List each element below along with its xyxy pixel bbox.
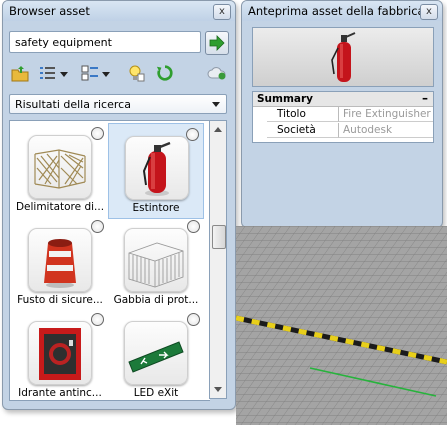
asset-item-barrier[interactable]: Delimitatore di... xyxy=(12,123,108,219)
asset-item-label: Idrante antinc... xyxy=(18,387,102,399)
cloud-icon[interactable] xyxy=(207,64,227,82)
search-go-button[interactable] xyxy=(205,31,229,55)
summary-header[interactable]: Summary – xyxy=(253,91,433,107)
item-select-radio[interactable] xyxy=(91,127,104,140)
results-dropdown-value: Risultati della ricerca xyxy=(15,98,131,111)
factory-3d-viewport[interactable] xyxy=(235,226,447,425)
asset-browser-titlebar[interactable]: Browser asset x xyxy=(3,1,235,21)
item-select-radio[interactable] xyxy=(187,220,200,233)
asset-browser-title: Browser asset xyxy=(9,4,90,18)
browser-toolbar xyxy=(9,61,229,85)
asset-item-hydrant[interactable]: Idrante antinc... xyxy=(12,309,108,405)
asset-preview-window: Anteprima asset della fabbrica x Summary… xyxy=(241,0,443,228)
asset-item-extinguisher[interactable]: Estintore xyxy=(108,123,204,219)
list-view-dropdown-icon[interactable] xyxy=(59,64,69,82)
asset-preview-titlebar[interactable]: Anteprima asset della fabbrica x xyxy=(242,1,442,21)
close-button[interactable]: x xyxy=(213,4,231,20)
asset-item-label: LED eXit xyxy=(133,387,179,399)
asset-item-led-exit[interactable]: LED eXit xyxy=(108,309,204,405)
barrier-fence-icon xyxy=(28,135,92,199)
light-bulb-icon[interactable] xyxy=(127,64,145,82)
asset-properties-panel: Summary – Titolo Fire Extinguisher Socie… xyxy=(252,91,434,143)
fire-hydrant-cabinet-icon xyxy=(28,321,92,385)
sort-options-icon[interactable] xyxy=(81,64,99,82)
property-row-company: Società Autodesk xyxy=(253,123,433,139)
scrollbar-thumb[interactable] xyxy=(212,225,226,249)
close-button[interactable]: x xyxy=(420,4,438,20)
upload-folder-icon[interactable] xyxy=(11,64,29,82)
collapse-icon[interactable]: – xyxy=(422,91,428,105)
fire-extinguisher-icon xyxy=(125,136,189,200)
arrow-right-icon xyxy=(209,35,225,51)
asset-browser-window: Browser asset x safety equipment Risulta… xyxy=(2,0,236,410)
item-select-radio[interactable] xyxy=(91,313,104,326)
safety-barrel-icon xyxy=(28,228,92,292)
asset-item-label: Gabbia di prot... xyxy=(113,294,199,306)
asset-preview-image xyxy=(252,27,434,87)
sort-dropdown-icon[interactable] xyxy=(101,64,111,82)
item-select-radio[interactable] xyxy=(187,313,200,326)
chevron-down-icon xyxy=(212,102,220,107)
property-row-title: Titolo Fire Extinguisher xyxy=(253,107,433,123)
asset-item-label: Fusto di sicure... xyxy=(17,294,103,306)
asset-item-label: Estintore xyxy=(132,202,180,214)
asset-grid-scrollbar[interactable] xyxy=(209,120,227,399)
property-value: Fire Extinguisher xyxy=(339,107,433,122)
led-exit-sign-icon xyxy=(124,321,188,385)
list-view-icon[interactable] xyxy=(39,64,57,82)
scroll-up-icon[interactable] xyxy=(214,127,222,132)
asset-item-label: Delimitatore di... xyxy=(15,201,105,213)
property-key: Titolo xyxy=(267,107,339,122)
fire-extinguisher-icon xyxy=(331,32,356,82)
item-select-radio[interactable] xyxy=(91,220,104,233)
asset-preview-title: Anteprima asset della fabbrica xyxy=(248,4,425,18)
item-select-radio[interactable] xyxy=(186,128,199,141)
asset-item-protection-cage[interactable]: Gabbia di prot... xyxy=(108,216,204,312)
summary-label: Summary xyxy=(257,93,314,105)
property-value: Autodesk xyxy=(339,123,433,138)
asset-item-safety-barrel[interactable]: Fusto di sicure... xyxy=(12,216,108,312)
scroll-down-icon[interactable] xyxy=(214,387,222,392)
refresh-icon[interactable] xyxy=(155,64,175,82)
asset-grid: Delimitatore di... Estintore Fusto di si… xyxy=(9,120,210,401)
property-key: Società xyxy=(267,123,339,138)
protection-cage-icon xyxy=(124,228,188,292)
results-dropdown[interactable]: Risultati della ricerca xyxy=(9,94,227,114)
search-input[interactable] xyxy=(9,31,201,53)
